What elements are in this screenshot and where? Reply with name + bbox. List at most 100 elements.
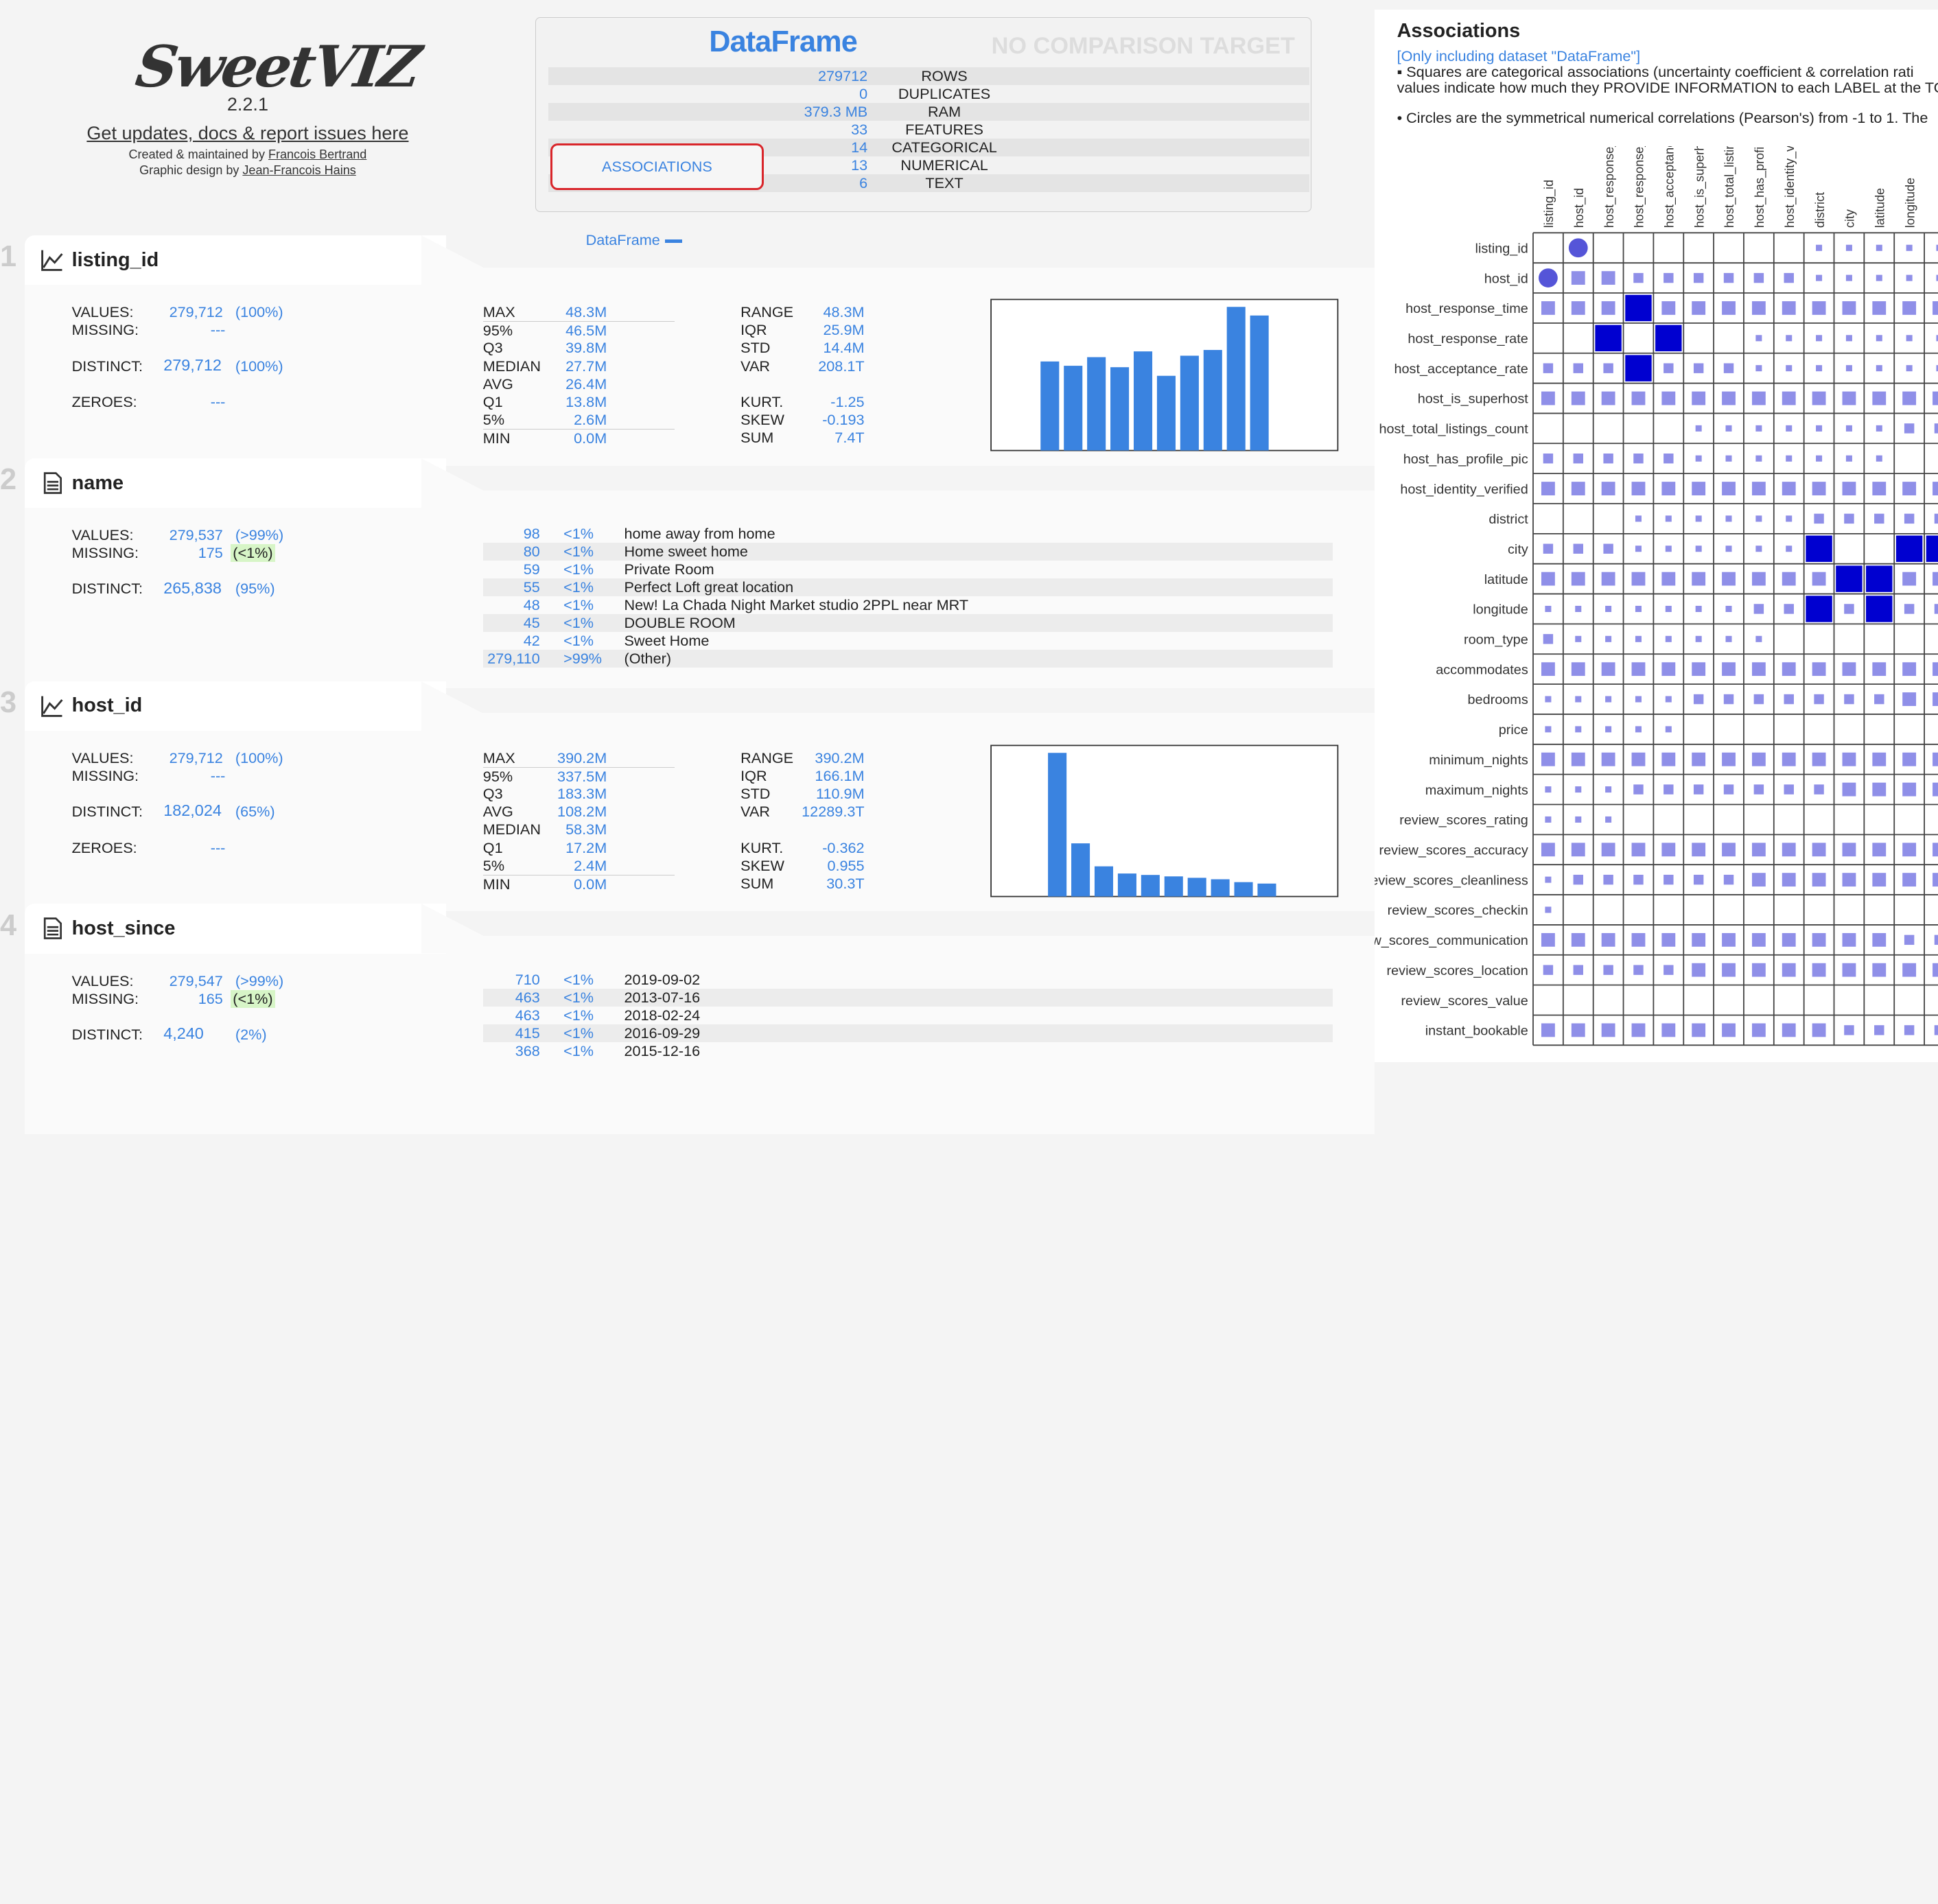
summary-label: DUPLICATES <box>898 85 991 103</box>
missing-value: --- <box>210 766 226 784</box>
matrix-cell <box>1694 694 1704 705</box>
matrix-col-label: latitude <box>1873 188 1887 228</box>
matrix-row-label: host_identity_verified <box>1400 482 1528 497</box>
matrix-cell <box>1872 932 1887 947</box>
summary-value: 6 <box>859 174 868 192</box>
matrix-cell <box>1876 365 1882 372</box>
matrix-cell <box>1844 694 1854 705</box>
dataframe-summary: DataFrame NO COMPARISON TARGET 279712 ROW… <box>535 17 1312 212</box>
distinct-value: 182,024 <box>163 801 222 820</box>
distinct-value: 4,240 <box>163 1024 204 1043</box>
zeroes-value: --- <box>210 838 226 856</box>
matrix-col-label: host_total_listings_count <box>1723 146 1737 228</box>
matrix-cell <box>1782 873 1796 886</box>
distinct-pct: (65%) <box>235 803 275 821</box>
matrix-cell <box>1906 365 1913 372</box>
matrix-cell <box>1725 515 1732 522</box>
histogram-bar <box>1094 866 1113 897</box>
matrix-cell <box>1812 963 1826 977</box>
values-value: 279,712 <box>169 749 223 766</box>
stat-label: AVG <box>482 803 513 821</box>
matrix-col-label: host_identity_verified <box>1783 146 1797 228</box>
stat-row: VAR 12289.3T <box>740 803 933 821</box>
matrix-cell <box>1786 455 1793 462</box>
matrix-cell <box>1605 786 1612 793</box>
matrix-cell <box>1661 752 1676 766</box>
stat-value: 39.8M <box>565 339 607 357</box>
stat-row: MEDIAN 58.3M <box>483 821 675 838</box>
matrix-row-label: listing_id <box>1475 241 1528 256</box>
matrix-cell <box>1633 874 1644 885</box>
stat-value: 48.3M <box>823 303 865 321</box>
matrix-cell <box>1784 272 1795 283</box>
matrix-cell <box>1663 874 1674 885</box>
matrix-cell <box>1694 363 1704 373</box>
histogram <box>990 298 1338 451</box>
feature-tab[interactable]: name <box>25 458 446 508</box>
designer-link[interactable]: Jean-Francois Hains <box>242 163 355 177</box>
matrix-cell <box>1635 545 1642 552</box>
value-text: Sweet Home <box>624 632 710 650</box>
matrix-cell <box>1934 604 1938 614</box>
associations-button[interactable]: ASSOCIATIONS <box>550 143 764 191</box>
matrix-cell <box>1816 244 1823 251</box>
histogram <box>990 744 1338 897</box>
matrix-cell-strong <box>1595 325 1622 351</box>
matrix-cell-strong <box>1806 596 1832 622</box>
stat-row: MAX 390.2M <box>483 749 675 767</box>
matrix-cell <box>1695 545 1702 552</box>
matrix-cell <box>1573 453 1584 464</box>
matrix-cell <box>1872 301 1887 315</box>
matrix-cell <box>1933 843 1938 857</box>
matrix-cell <box>1661 932 1676 947</box>
matrix-cell <box>1753 694 1764 705</box>
stat-value: 166.1M <box>815 766 865 784</box>
missing-label: MISSING: <box>71 321 139 339</box>
feature-number: 4 <box>0 908 17 942</box>
matrix-cell <box>1786 515 1793 522</box>
matrix-cell <box>1692 301 1706 315</box>
value-count-row: 98 <1% home away from home <box>483 525 1333 543</box>
matrix-cell-correlation <box>1568 238 1588 258</box>
distinct-pct: (2%) <box>235 1026 267 1044</box>
missing-pct: (<1%) <box>230 544 276 563</box>
associations-note-squares-2: values indicate how much they PROVIDE IN… <box>1397 79 1938 97</box>
matrix-cell <box>1816 365 1823 372</box>
count: 463 <box>515 988 540 1006</box>
matrix-cell <box>1934 513 1938 524</box>
stat-label: Q1 <box>482 838 503 856</box>
matrix-cell <box>1842 843 1856 857</box>
distinct-pct: (100%) <box>235 357 283 375</box>
matrix-cell <box>1816 425 1823 432</box>
distinct-value: 265,838 <box>163 578 222 597</box>
value-text: 2013-07-16 <box>624 988 701 1006</box>
matrix-cell <box>1633 453 1644 464</box>
matrix-cell <box>1812 301 1826 315</box>
matrix-row-label: instant_bookable <box>1425 1024 1528 1039</box>
matrix-cell <box>1605 816 1612 823</box>
missing-pct: (<1%) <box>230 989 276 1008</box>
matrix-row-label: district <box>1489 512 1529 527</box>
matrix-cell <box>1695 425 1702 432</box>
count: 45 <box>523 614 540 632</box>
summary-row: 33 FEATURES <box>548 121 1310 139</box>
feature-tab[interactable]: host_since <box>25 904 446 954</box>
matrix-cell <box>1753 604 1764 614</box>
feature-tab[interactable]: host_id <box>25 681 446 731</box>
matrix-cell <box>1661 1023 1676 1037</box>
feature-tab[interactable]: listing_id <box>25 235 446 285</box>
maintainer-link[interactable]: Francois Bertrand <box>268 148 366 161</box>
matrix-cell <box>1603 453 1613 464</box>
summary-row: 0 DUPLICATES <box>548 85 1310 103</box>
matrix-cell <box>1752 1023 1766 1037</box>
distinct-label: DISTINCT: <box>71 803 143 821</box>
stat-row: STD 14.4M <box>740 339 933 357</box>
stat-value: 12289.3T <box>802 803 865 821</box>
count: 710 <box>515 970 540 988</box>
matrix-cell <box>1695 635 1702 642</box>
matrix-row-label: host_total_listings_count <box>1379 421 1529 436</box>
comparison-title: NO COMPARISON TARGET <box>991 32 1295 59</box>
stat-label: KURT. <box>740 838 784 856</box>
updates-link[interactable]: Get updates, docs & report issues here <box>0 123 495 144</box>
stat-label: STD <box>740 785 771 803</box>
